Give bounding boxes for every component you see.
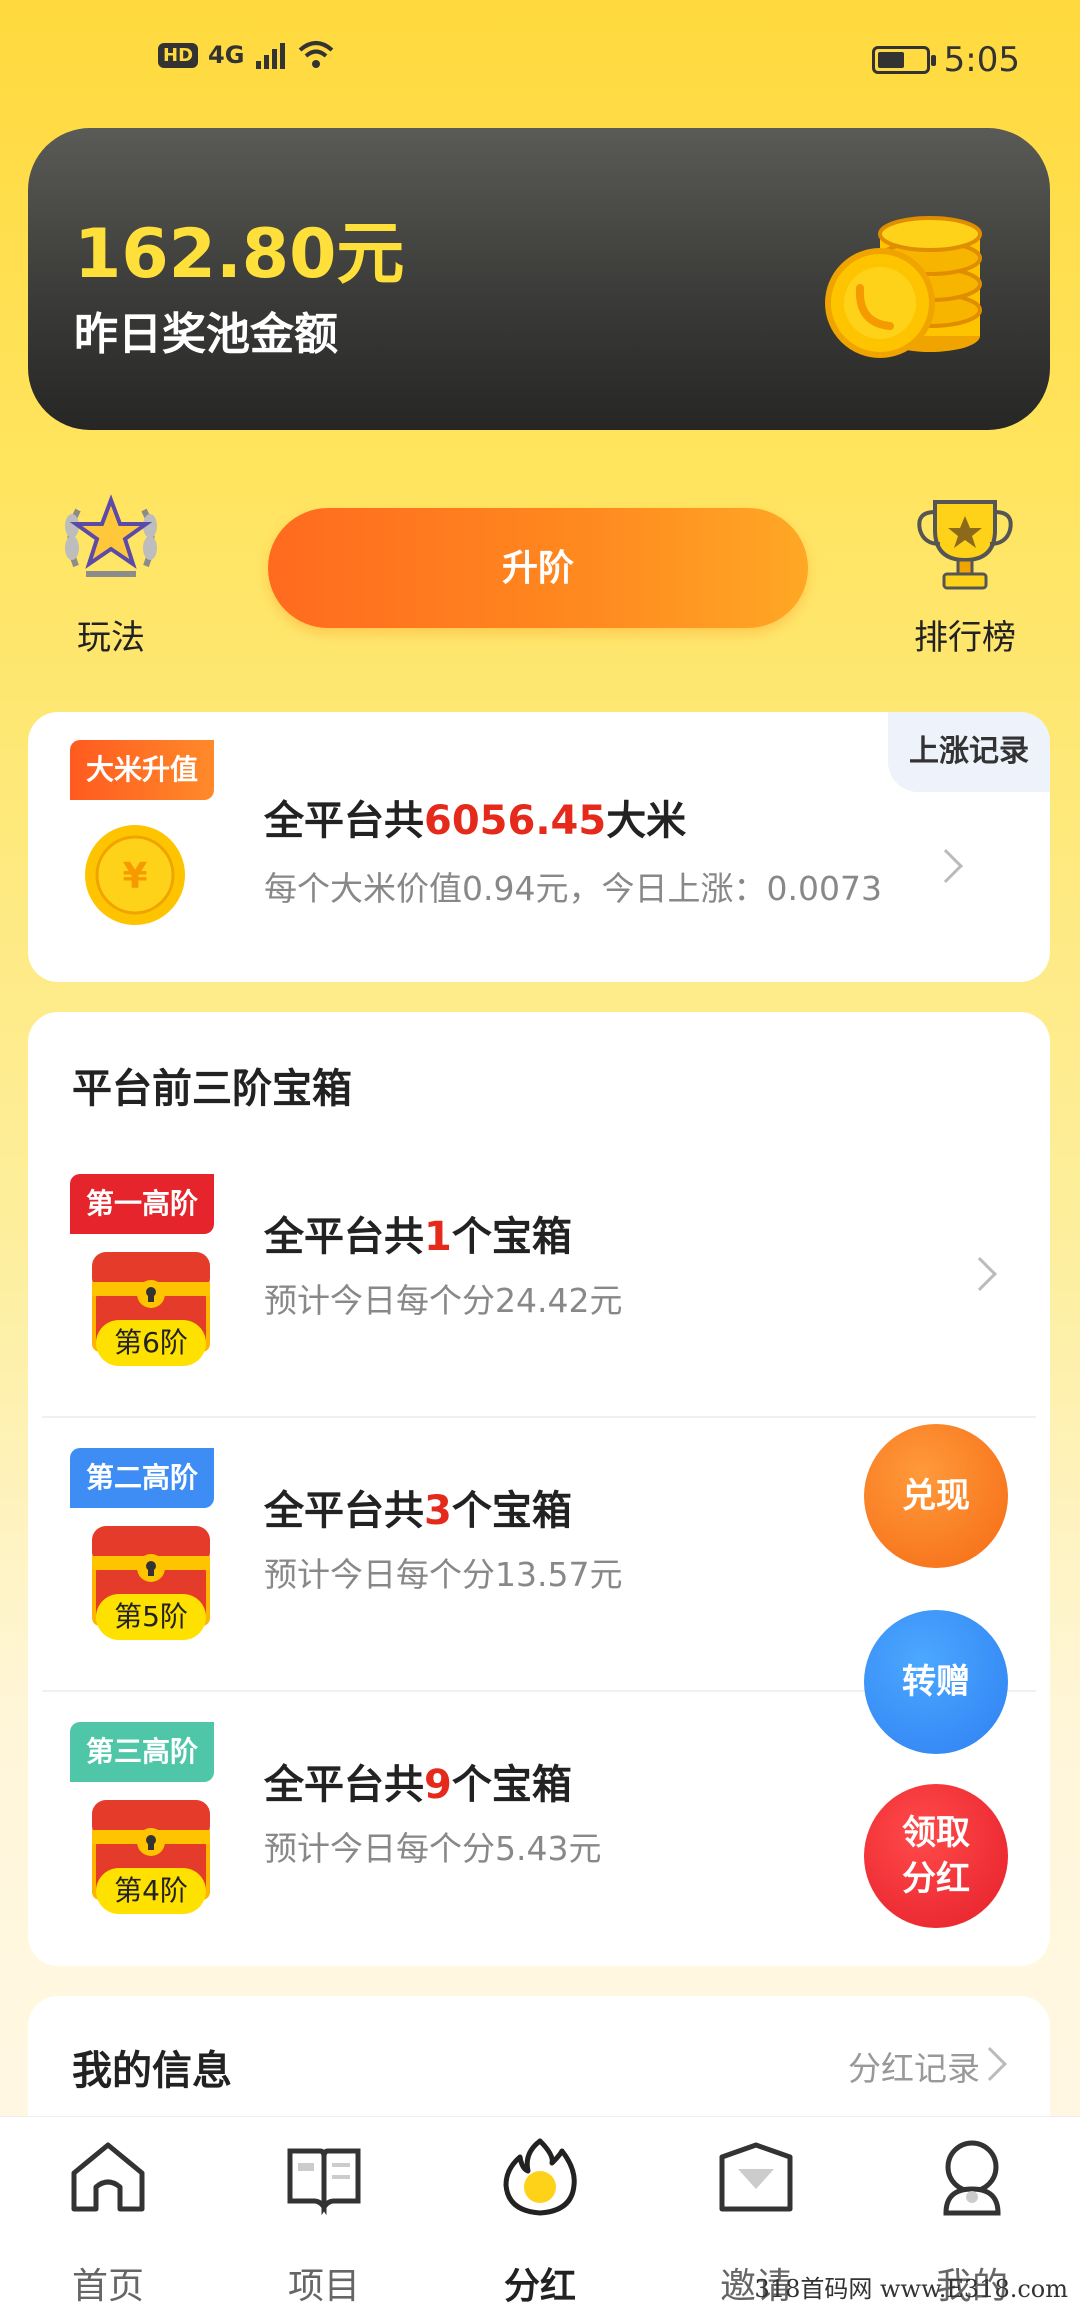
claim-dividend-button[interactable]: 领取 分红 [864, 1784, 1008, 1928]
chest-count-title: 全平台共3个宝箱 [264, 1488, 572, 1534]
rank-tag: 第一高阶 [70, 1174, 215, 1234]
rice-value-card[interactable]: 大米升值 上涨记录 ¥ 全平台共6056.45大米 每个大米价值0.94元，今日… [28, 712, 1050, 982]
pool-label: 昨日奖池金额 [74, 309, 338, 360]
dividend-record-link[interactable]: 分红记录 [848, 2042, 980, 2090]
wifi-icon [299, 41, 334, 68]
chests-title: 平台前三阶宝箱 [72, 1066, 352, 1112]
rise-record-button[interactable]: 上涨记录 [888, 712, 1050, 792]
battery-icon [871, 46, 936, 74]
claim-line-2: 分红 [902, 1859, 970, 1899]
rank-tag: 第二高阶 [70, 1448, 215, 1508]
watermark: 318首码网 www.E318.com [754, 2275, 1068, 2303]
my-info-title: 我的信息 [72, 2048, 232, 2094]
chest-estimate: 预计今日每个分24.42元 [264, 1281, 623, 1320]
hd-badge: HD [158, 42, 199, 68]
cash-out-button[interactable]: 兑现 [864, 1424, 1008, 1568]
chevron-right-icon [929, 849, 963, 883]
level-badge: 第5阶 [96, 1594, 206, 1640]
trophy-icon [917, 500, 1013, 590]
status-bar: HD 4G 5:05 [0, 0, 1080, 120]
signal-icon [256, 43, 286, 69]
rank-tag: 第三高阶 [70, 1722, 215, 1782]
yuan-coin-icon: ¥ [85, 825, 185, 925]
pool-amount: 162.80元 [74, 215, 405, 294]
home-icon [71, 2142, 145, 2212]
rice-price-info: 每个大米价值0.94元，今日上涨：0.0073 [264, 869, 882, 908]
tab-label: 项目 [287, 2266, 360, 2307]
transfer-button[interactable]: 转赠 [864, 1610, 1008, 1754]
chest-estimate: 预计今日每个分13.57元 [264, 1555, 623, 1594]
tab-label: 分红 [503, 2266, 576, 2307]
pool-card: 162.80元 昨日奖池金额 [28, 128, 1050, 430]
status-right: 5:05 [871, 40, 1020, 80]
coins-icon [825, 216, 982, 358]
chest-count-title: 全平台共9个宝箱 [264, 1762, 572, 1808]
flame-icon [503, 2138, 577, 2216]
level-badge: 第4阶 [96, 1868, 206, 1914]
leaderboard-label: 排行榜 [914, 618, 1016, 658]
chest-count-title: 全平台共1个宝箱 [264, 1214, 572, 1260]
star-medal-icon [65, 494, 157, 577]
rice-total: 全平台共6056.45大米 [264, 798, 687, 844]
play-guide-link[interactable] [56, 486, 166, 600]
rice-amount: 6056.45 [424, 798, 607, 844]
claim-line-1: 领取 [902, 1813, 970, 1853]
chevron-right-icon [963, 1257, 997, 1291]
envelope-icon [719, 2142, 793, 2212]
book-icon [287, 2148, 361, 2216]
user-icon [943, 2140, 1001, 2216]
svg-text:¥: ¥ [122, 856, 147, 897]
tab-label: 首页 [71, 2266, 144, 2307]
status-indicators: HD 4G [158, 40, 336, 70]
leaderboard-link[interactable] [905, 486, 1025, 600]
level-badge: 第6阶 [96, 1320, 206, 1366]
chest-estimate: 预计今日每个分5.43元 [264, 1829, 602, 1868]
clock: 5:05 [943, 40, 1020, 80]
play-guide-label: 玩法 [77, 618, 145, 658]
chest-row[interactable]: 第一高阶 第6阶 全平台共1个宝箱 预计今日每个分24.42元 [28, 1144, 1050, 1418]
upgrade-button[interactable]: 升阶 [268, 508, 808, 628]
rice-tag: 大米升值 [70, 740, 215, 800]
network-label: 4G [208, 41, 245, 69]
my-info-card: 我的信息 分红记录 [28, 1996, 1050, 2116]
